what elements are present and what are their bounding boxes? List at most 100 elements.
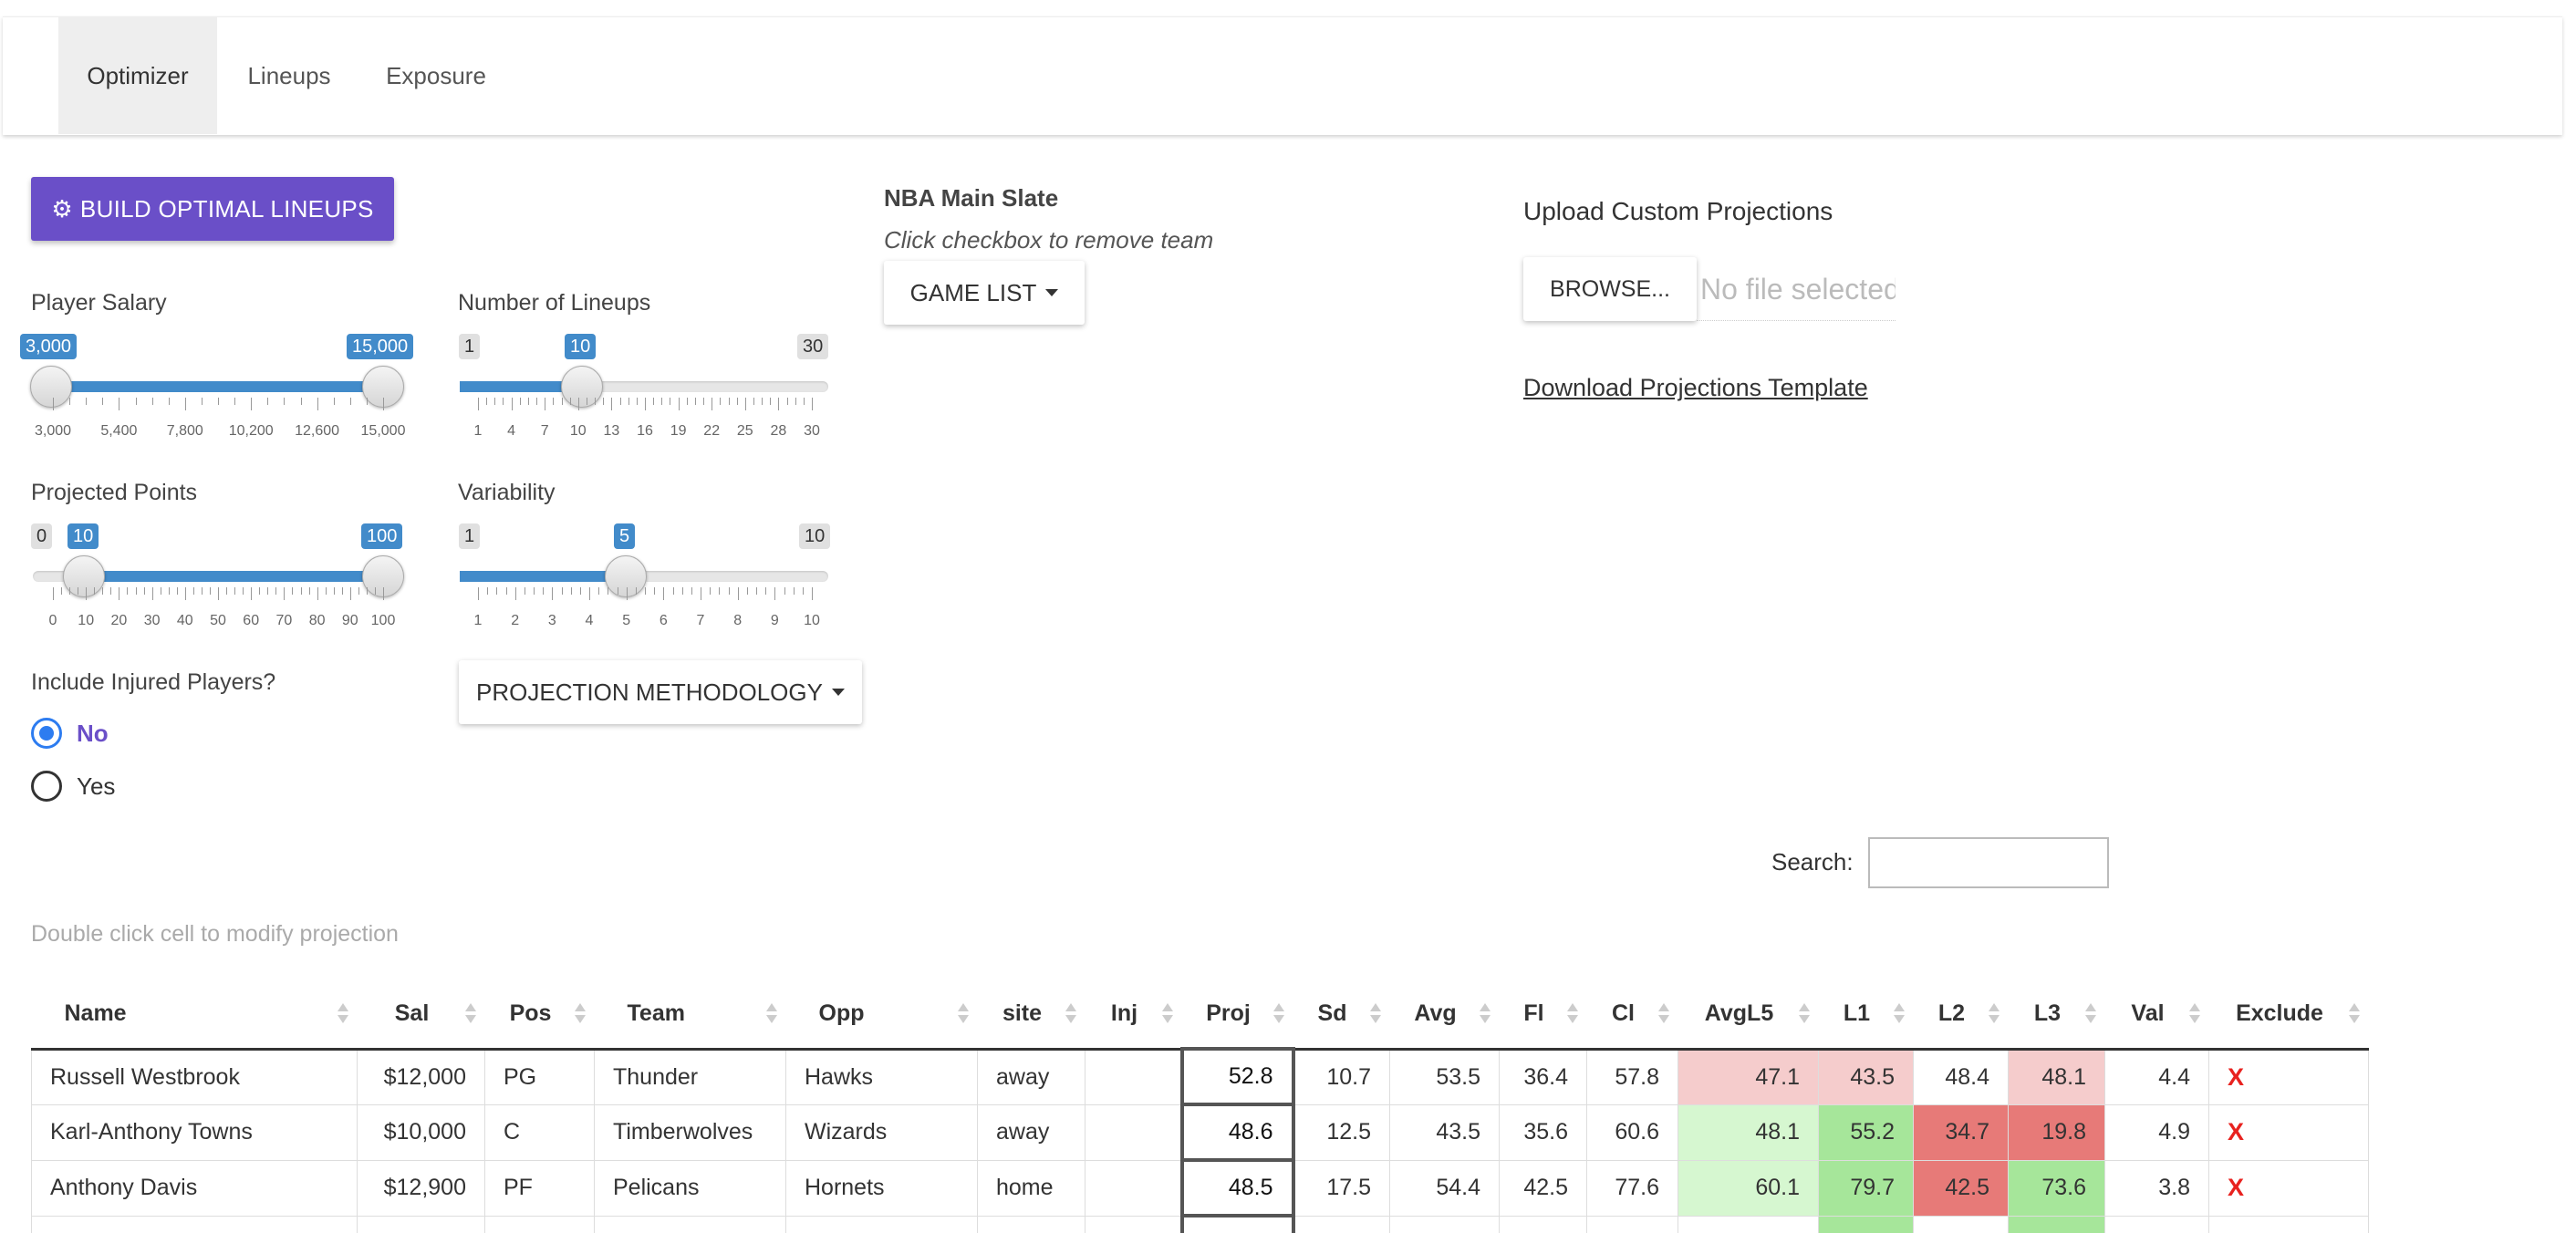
slider-tick (577, 398, 579, 410)
injured-no-label[interactable]: No (77, 720, 109, 748)
slider-minor-tick (226, 587, 228, 595)
cell-inj (1085, 1048, 1182, 1105)
table-row[interactable]: Anthony Davis $12,900 PF Pelicans Hornets hom… (31, 1158, 2369, 1217)
slider-minor-tick (201, 398, 203, 405)
cell-cl: 57.8 (1586, 1048, 1678, 1105)
cell-site: away (977, 1048, 1085, 1105)
column-header-l3[interactable]: L3 (2008, 979, 2105, 1051)
game-list-dropdown[interactable]: GAME LIST (884, 261, 1085, 325)
salary-to-badge: 15,000 (347, 334, 414, 359)
slider-minor-tick (681, 587, 683, 595)
column-header-pos[interactable]: Pos (484, 979, 595, 1051)
cell-proj[interactable]: 48.5 (1179, 1158, 1295, 1217)
download-template-link[interactable]: Download Projections Template (1523, 374, 1868, 402)
slider-tick-label: 10 (569, 423, 587, 439)
browse-button[interactable]: BROWSE... (1523, 257, 1697, 321)
cell-name: Nikola Jokic (31, 1215, 358, 1233)
cell-exclude[interactable]: X (2208, 1159, 2369, 1217)
column-header-opp[interactable]: Opp (785, 979, 978, 1051)
slider-tick (511, 398, 513, 410)
slider-tick-label: 50 (210, 613, 226, 628)
slider-minor-tick (527, 398, 529, 405)
column-header-name[interactable]: Name (31, 979, 358, 1051)
column-header-exclude[interactable]: Exclude (2208, 979, 2369, 1051)
slider-tick-label: 5 (622, 613, 631, 628)
slider-tick (317, 587, 318, 600)
column-header-avgl5[interactable]: AvgL5 (1678, 979, 1819, 1051)
slider-minor-tick (795, 398, 796, 405)
cell-proj[interactable]: 52.8 (1179, 1047, 1295, 1106)
lineups-handle[interactable] (561, 366, 603, 408)
search-input[interactable] (1868, 837, 2109, 888)
column-header-proj[interactable]: Proj (1181, 979, 1293, 1051)
column-header-l2[interactable]: L2 (1913, 979, 2009, 1051)
tab-exposure[interactable]: Exposure (368, 17, 504, 134)
injured-no-radio[interactable] (31, 718, 62, 749)
column-header-avg[interactable]: Avg (1389, 979, 1500, 1051)
slider-minor-tick (61, 587, 63, 595)
slider-minor-tick (102, 398, 104, 405)
cell-team: Nuggets (594, 1215, 786, 1233)
tab-optimizer[interactable]: Optimizer (58, 17, 217, 134)
slider-minor-tick (284, 398, 286, 405)
injured-yes-radio[interactable] (31, 771, 62, 802)
projection-methodology-dropdown[interactable]: PROJECTION METHODOLOGY (459, 660, 862, 724)
slider-minor-tick (802, 587, 804, 595)
slider-minor-tick (300, 587, 302, 595)
slider-minor-tick (762, 398, 763, 405)
sort-icon (574, 1003, 586, 1024)
cell-exclude[interactable]: X (2208, 1048, 2369, 1105)
cell-fl: 36.4 (1499, 1048, 1587, 1105)
column-header-label: Sd (1317, 1000, 1347, 1026)
column-header-team[interactable]: Team (594, 979, 786, 1051)
slider-minor-tick (275, 587, 277, 595)
cell-exclude[interactable]: X (2208, 1103, 2369, 1161)
cell-exclude[interactable]: X (2208, 1215, 2369, 1233)
slider-tick (151, 587, 153, 600)
cell-l1: 79.7 (1818, 1159, 1914, 1217)
slider-minor-tick (366, 398, 368, 405)
injured-yes-label[interactable]: Yes (77, 772, 115, 801)
table-row[interactable]: Karl-Anthony Towns $10,000 C Timberwolves Wi… (31, 1103, 2369, 1162)
cell-sal: $12,000 (357, 1048, 485, 1105)
slider-minor-tick (784, 587, 785, 595)
tab-lineups[interactable]: Lineups (229, 17, 349, 134)
cell-sal: $12,900 (357, 1159, 485, 1217)
column-header-l1[interactable]: L1 (1818, 979, 1914, 1051)
table-row[interactable]: Russell Westbrook $12,000 PG Thunder Hawks aw… (31, 1047, 2369, 1106)
column-header-label: AvgL5 (1704, 1000, 1774, 1026)
slider-tick-label: 5,400 (100, 423, 138, 439)
slider-minor-tick (300, 398, 302, 405)
cell-cl: 60.6 (1586, 1103, 1678, 1161)
slider-minor-tick (234, 398, 236, 405)
cell-opp: Hawks (785, 1048, 978, 1105)
column-header-sal[interactable]: Sal (357, 979, 485, 1051)
slider-tick-label: 16 (637, 423, 653, 439)
slider-tick-label: 7 (696, 613, 705, 628)
file-name-field: No file selected (1697, 259, 1896, 321)
caret-down-icon (831, 689, 845, 696)
cell-val: 4.5 (2104, 1215, 2209, 1233)
slider-tick (383, 587, 384, 600)
column-header-site[interactable]: site (977, 979, 1085, 1051)
slider-tick (645, 398, 646, 410)
cell-cl: 55.8 (1586, 1215, 1678, 1233)
slider-tick (53, 587, 54, 600)
slider-minor-tick (793, 587, 795, 595)
slider-tick (284, 587, 286, 600)
column-header-sd[interactable]: Sd (1293, 979, 1390, 1051)
column-header-inj[interactable]: Inj (1085, 979, 1182, 1051)
slider-tick (744, 398, 746, 410)
column-header-cl[interactable]: Cl (1586, 979, 1678, 1051)
cell-sal: $9,700 (357, 1215, 485, 1233)
table-row[interactable]: Nikola Jokic$9,700CNuggetsLakersaway 42.0… (31, 1214, 2369, 1233)
slider-minor-tick (333, 587, 335, 595)
salary-from-handle[interactable] (30, 366, 72, 408)
column-header-fl[interactable]: Fl (1499, 979, 1587, 1051)
slider-minor-tick (710, 587, 712, 595)
salary-from-badge: 3,000 (20, 334, 78, 359)
cell-proj[interactable]: 42.0 (1179, 1214, 1295, 1233)
cell-proj[interactable]: 48.6 (1179, 1103, 1295, 1162)
column-header-val[interactable]: Val (2104, 979, 2209, 1051)
build-optimal-lineups-button[interactable]: ⚙ BUILD OPTIMAL LINEUPS (31, 177, 394, 241)
